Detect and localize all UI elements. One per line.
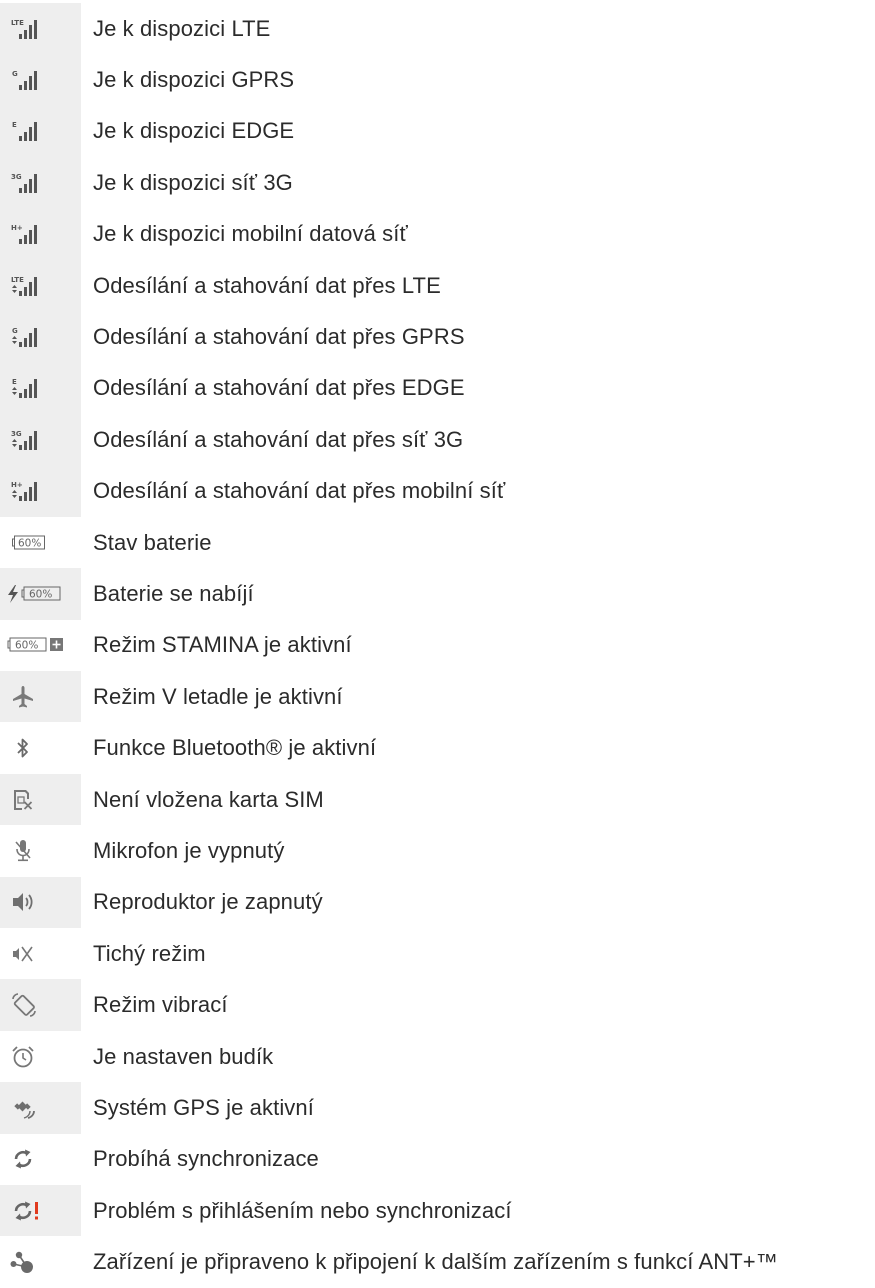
item-label: Odesílání a stahování dat přes LTE [93,272,441,298]
item-label: Systém GPS je aktivní [93,1094,314,1120]
svg-text:LTE: LTE [11,276,24,284]
gprs-data-transfer-icon: G [0,311,81,363]
list-item: Režim vibrací [0,979,875,1031]
list-item: Systém GPS je aktivní [0,1082,875,1134]
list-item: Mikrofon je vypnutý [0,825,875,876]
item-label: Reproduktor je zapnutý [93,889,323,915]
svg-text:60%: 60% [15,640,38,652]
sync-error-icon [0,1184,81,1237]
item-label: Je k dispozici síť 3G [93,169,293,195]
edge-signal-icon: E [0,105,81,158]
item-label: Baterie se nabíjí [93,580,254,606]
list-item: Je nastaven budík [0,1031,875,1082]
svg-text:LTE: LTE [11,19,24,27]
sync-icon [0,1134,81,1185]
svg-text:H+: H+ [11,224,23,232]
lte-data-transfer-icon: LTE [0,259,81,312]
lte-signal-icon: LTE [0,3,81,55]
list-item: Režim V letadle je aktivní [0,671,875,723]
hplus-data-transfer-icon: H+ [0,465,81,517]
svg-text:60%: 60% [29,588,52,600]
list-item: 3G Je k dispozici síť 3G [0,157,875,209]
mic-muted-icon [0,825,81,876]
item-label: Režim STAMINA je aktivní [93,632,352,658]
item-label: Režim V letadle je aktivní [93,683,343,709]
item-label: Je k dispozici LTE [93,15,271,41]
svg-text:G: G [12,327,18,335]
bluetooth-icon [0,722,81,773]
battery-stamina-icon: 60% [0,620,81,671]
list-item: H+ Je k dispozici mobilní datová síť [0,208,875,260]
item-label: Není vložena karta SIM [93,786,324,812]
item-label: Je k dispozici EDGE [93,118,295,144]
hplus-signal-icon: H+ [0,208,81,260]
item-label: Stav baterie [93,529,212,555]
svg-text:H+: H+ [11,481,23,489]
list-item: 60% Režim STAMINA je aktivní [0,620,875,671]
item-label: Problém s přihlášením nebo synchronizací [93,1197,512,1223]
item-label: Odesílání a stahování dat přes síť 3G [93,426,464,452]
item-label: Mikrofon je vypnutý [93,837,285,863]
item-label: Odesílání a stahování dat přes GPRS [93,324,465,350]
silent-mode-icon [0,928,81,979]
svg-text:3G: 3G [11,173,22,181]
list-item: G Odesílání a stahování dat přes GPRS [0,311,875,363]
ant-plus-icon [0,1236,81,1287]
item-label: Tichý režim [93,940,206,966]
item-label: Je k dispozici mobilní datová síť [93,221,408,247]
list-item: Funkce Bluetooth® je aktivní [0,722,875,773]
3g-signal-icon: 3G [0,157,81,209]
vibrate-icon [0,979,81,1031]
list-item: 3G Odesílání a stahování dat přes síť 3G [0,414,875,466]
item-label: Je k dispozici GPRS [93,67,295,93]
airplane-icon [0,671,81,723]
speaker-icon [0,876,81,929]
alarm-clock-icon [0,1031,81,1082]
list-item: LTE Je k dispozici LTE [0,3,875,55]
list-item: H+ Odesílání a stahování dat přes mobiln… [0,465,875,517]
list-item: Problém s přihlášením nebo synchronizací [0,1184,875,1237]
no-sim-icon [0,773,81,826]
list-item: E Je k dispozici EDGE [0,105,875,158]
list-item: Probíhá synchronizace [0,1134,875,1185]
svg-text:60%: 60% [18,537,41,549]
item-label: Funkce Bluetooth® je aktivní [93,735,377,761]
status-icons-list: LTE Je k dispozici LTE G Je k dispozici … [0,3,875,1288]
list-item: 60% Stav baterie [0,517,875,568]
list-item: 60% Baterie se nabíjí [0,568,875,620]
item-label: Odesílání a stahování dat přes mobilní s… [93,478,506,504]
3g-data-transfer-icon: 3G [0,414,81,466]
item-label: Režim vibrací [93,992,228,1018]
list-item: Zařízení je připraveno k připojení k dal… [0,1236,875,1287]
item-label: Probíhá synchronizace [93,1146,319,1172]
battery-icon: 60% [0,517,81,568]
svg-text:G: G [12,70,18,78]
item-label: Odesílání a stahování dat přes EDGE [93,375,465,401]
gprs-signal-icon: G [0,54,81,106]
svg-text:E: E [12,121,17,129]
list-item: Není vložena karta SIM [0,773,875,826]
item-label: Je nastaven budík [93,1043,274,1069]
list-item: Tichý režim [0,928,875,979]
list-item: E Odesílání a stahování dat přes EDGE [0,362,875,415]
gps-icon [0,1082,81,1134]
edge-data-transfer-icon: E [0,362,81,415]
battery-charging-icon: 60% [0,568,81,620]
svg-text:3G: 3G [11,430,22,438]
list-item: LTE Odesílání a stahování dat přes LTE [0,259,875,312]
item-label: Zařízení je připraveno k připojení k dal… [93,1249,778,1275]
list-item: G Je k dispozici GPRS [0,54,875,106]
list-item: Reproduktor je zapnutý [0,876,875,929]
svg-text:E: E [12,378,17,386]
